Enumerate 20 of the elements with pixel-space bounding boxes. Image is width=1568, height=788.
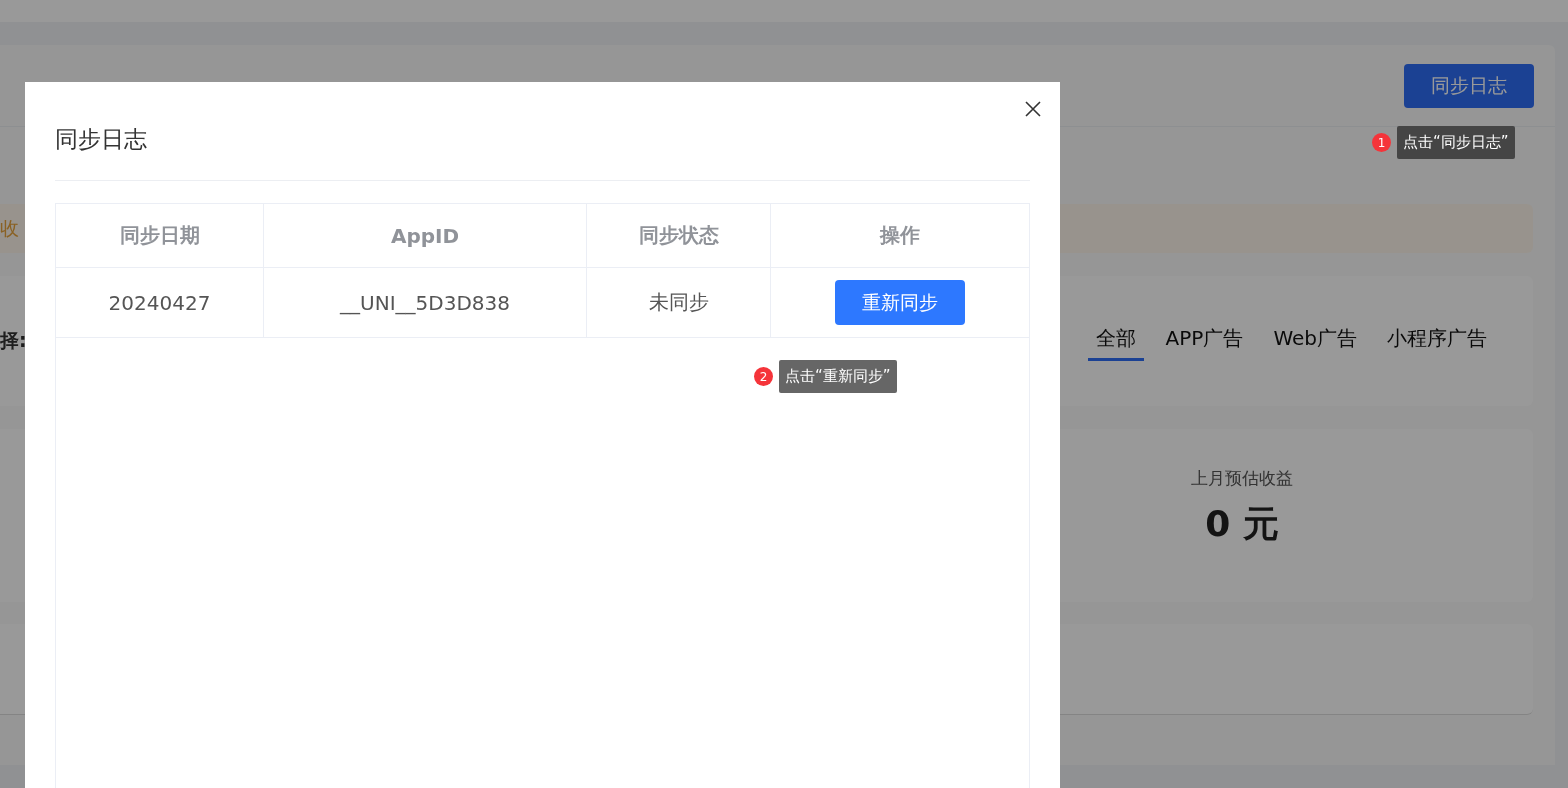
column-header: AppID (264, 204, 587, 267)
stat-label: 上月预估收益 (1191, 467, 1293, 490)
alert-text: 收 (0, 215, 19, 241)
ad-type-tab[interactable]: Web广告 (1265, 321, 1365, 361)
table-cell: 未同步 (587, 268, 771, 337)
table-cell: 20240427 (56, 268, 264, 337)
table-cell: __UNI__5D3D838 (264, 268, 587, 337)
ad-type-tab[interactable]: APP广告 (1157, 321, 1252, 361)
dialog-title: 同步日志 (55, 125, 148, 154)
ad-type-tab[interactable]: 小程序广告 (1379, 321, 1495, 361)
stat-value: 0 元 (1205, 502, 1279, 546)
ad-type-tab[interactable]: 全部 (1087, 321, 1144, 361)
resync-button[interactable]: 重新同步 (835, 280, 965, 325)
column-header: 操作 (878, 222, 921, 249)
column-header: 同步状态 (587, 204, 771, 267)
filter-label: 择: (0, 328, 27, 353)
column-header: 同步日期 (56, 204, 264, 267)
hint-tooltip: 点击“重新同步” (779, 360, 897, 393)
hint-tooltip: 点击“同步日志” (1397, 126, 1515, 159)
close-icon[interactable] (1025, 101, 1041, 117)
